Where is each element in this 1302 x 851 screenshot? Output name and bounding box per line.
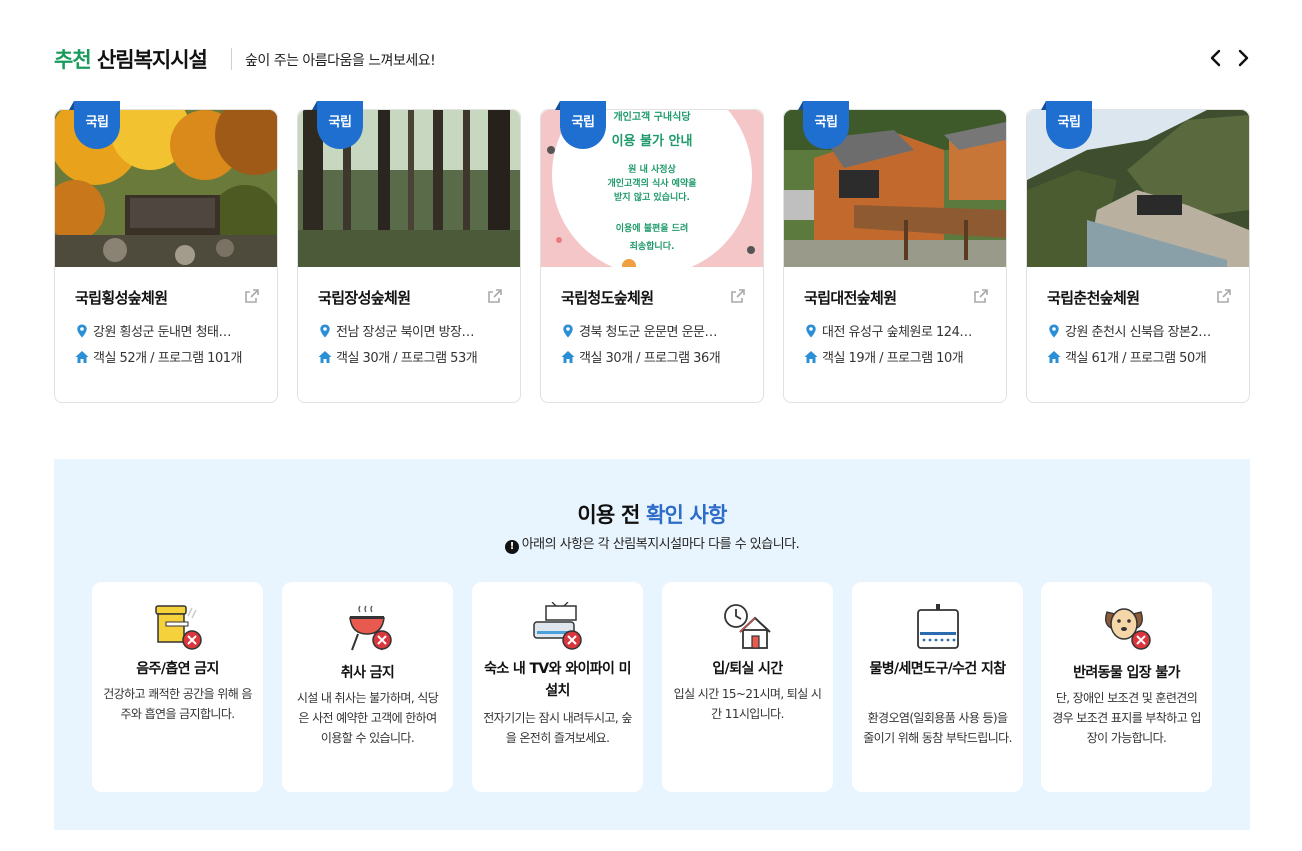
chevron-right-icon	[1238, 49, 1249, 67]
external-link-icon[interactable]	[973, 288, 989, 304]
external-link-icon[interactable]	[1216, 288, 1232, 304]
national-badge: 국립	[560, 101, 606, 149]
facility-carousel: 국립 국립횡성숲체원 강원 횡성군 둔내면 청태… 객실 52개 / 프로그램 …	[54, 101, 1250, 403]
location-pin-icon	[77, 324, 87, 338]
home-icon	[561, 351, 575, 363]
national-badge: 국립	[317, 101, 363, 149]
facility-card[interactable]: 국립 국립횡성숲체원 강원 횡성군 둔내면 청태… 객실 52개 / 프로그램 …	[54, 101, 278, 403]
notice-line: 죄송합니다.	[630, 240, 675, 252]
no-drinking-smoking-icon	[155, 605, 202, 650]
check-in-out-icon	[724, 604, 771, 649]
pre-visit-info-section: 이용 전 확인 사항 ! 아래의 사항은 각 산림복지시설마다 다를 수 있습니다…	[54, 459, 1250, 830]
notice-line: 이용 불가 안내	[612, 133, 693, 149]
info-title: 이용 전 확인 사항	[577, 503, 727, 527]
section-title: 추천 산림복지시설	[54, 44, 208, 74]
no-pets-icon	[1105, 608, 1151, 650]
location-pin-icon	[563, 324, 573, 338]
title-rest: 산림복지시설	[96, 48, 208, 72]
rule-description: 입실 시간 15~21시며, 퇴실 시간 11시입니다.	[673, 687, 822, 721]
rule-title: 반려동물 입장 불가	[1073, 665, 1180, 681]
rule-title: 숙소 내 TV와 와이파이 미설치	[484, 661, 631, 699]
chevron-left-icon	[1210, 49, 1221, 67]
rules-list: 음주/흡연 금지 건강하고 쾌적한 공간을 위해 음주와 흡연을 금지합니다. …	[92, 582, 1212, 792]
rule-description: 환경오염(일회용품 사용 등)을 줄이기 위해 동참 부탁드립니다.	[863, 711, 1012, 745]
national-badge: 국립	[1046, 101, 1092, 149]
facility-address: 전남 장성군 북이면 방장…	[318, 321, 508, 340]
rule-title: 취사 금지	[340, 665, 395, 681]
carousel-next-button[interactable]	[1231, 46, 1255, 70]
facility-rooms: 객실 19개 / 프로그램 10개	[804, 347, 994, 366]
facility-name[interactable]: 국립춘천숲체원	[1047, 287, 1140, 308]
notice-line: 이용에 불편을 드려	[616, 222, 689, 234]
rule-card: 물병/세면도구/수건 지참 환경오염(일회용품 사용 등)을 줄이기 위해 동참…	[852, 582, 1023, 792]
home-icon	[318, 351, 332, 363]
home-icon	[75, 351, 89, 363]
rule-card: 숙소 내 TV와 와이파이 미설치 전자기기는 잠시 내려두시고, 숲을 온전히…	[472, 582, 643, 792]
home-icon	[804, 351, 818, 363]
carousel-prev-button[interactable]	[1204, 46, 1228, 70]
section-subtitle: 숲이 주는 아름다움을 느껴보세요!	[245, 53, 436, 69]
location-pin-icon	[1049, 324, 1059, 338]
title-accent: 추천	[54, 48, 92, 72]
facility-address: 경북 청도군 운문면 운문…	[561, 321, 751, 340]
no-tv-wifi-icon	[533, 602, 582, 650]
rule-title: 입/퇴실 시간	[712, 661, 783, 677]
facility-address: 강원 춘천시 신북읍 장본2…	[1047, 321, 1237, 340]
facility-name[interactable]: 국립장성숲체원	[318, 287, 411, 308]
rule-card: 입/퇴실 시간 입실 시간 15~21시며, 퇴실 시간 11시입니다.	[662, 582, 833, 792]
rule-description: 단, 장애인 보조견 및 훈련견의 경우 보조견 표지를 부착하고 입장이 가능…	[1052, 691, 1201, 745]
home-icon	[1047, 351, 1061, 363]
facility-rooms: 객실 30개 / 프로그램 36개	[561, 347, 751, 366]
facility-card[interactable]: 국립 개인고객 구내식당 이용 불가 안내 원 내 사정상 개인고객의 식사 예…	[540, 101, 764, 403]
facility-name[interactable]: 국립대전숲체원	[804, 287, 897, 308]
towel-icon	[917, 604, 959, 649]
location-pin-icon	[320, 324, 330, 338]
facility-rooms: 객실 61개 / 프로그램 50개	[1047, 347, 1237, 366]
location-pin-icon	[806, 324, 816, 338]
external-link-icon[interactable]	[244, 288, 260, 304]
facility-rooms: 객실 52개 / 프로그램 101개	[75, 347, 265, 366]
rule-card: 취사 금지 시설 내 취사는 불가하며, 식당은 사전 예약한 고객에 한하여 …	[282, 582, 453, 792]
facility-card[interactable]: 국립 국립대전숲체원 대전 유성구 숲체원로 124… 객실 19개 / 프로그…	[783, 101, 1007, 403]
facility-address: 강원 횡성군 둔내면 청태…	[75, 321, 265, 340]
section-header: 추천 산림복지시설 숲이 주는 아름다움을 느껴보세요!	[54, 40, 1250, 80]
notice-line: 개인고객의 식사 예약을	[607, 177, 696, 189]
no-cooking-icon	[349, 605, 392, 651]
rule-card: 반려동물 입장 불가 단, 장애인 보조견 및 훈련견의 경우 보조견 표지를 …	[1041, 582, 1212, 792]
rule-title: 음주/흡연 금지	[136, 661, 219, 677]
notice-line: 받지 않고 있습니다.	[614, 191, 690, 203]
facility-rooms: 객실 30개 / 프로그램 53개	[318, 347, 508, 366]
notice-line: 원 내 사정상	[628, 163, 676, 175]
title-divider	[231, 48, 232, 70]
facility-address: 대전 유성구 숲체원로 124…	[804, 321, 994, 340]
rule-title: 물병/세면도구/수건 지참	[869, 661, 1006, 677]
rule-card: 음주/흡연 금지 건강하고 쾌적한 공간을 위해 음주와 흡연을 금지합니다.	[92, 582, 263, 792]
facility-name[interactable]: 국립횡성숲체원	[75, 287, 168, 308]
exclamation-circle-icon: !	[504, 540, 519, 554]
rule-description: 건강하고 쾌적한 공간을 위해 음주와 흡연을 금지합니다.	[103, 687, 252, 721]
rule-description: 전자기기는 잠시 내려두시고, 숲을 온전히 즐겨보세요.	[483, 711, 632, 745]
facility-card[interactable]: 국립 국립춘천숲체원 강원 춘천시 신북읍 장본2… 객실 61개 / 프로그램…	[1026, 101, 1250, 403]
info-notice: ! 아래의 사항은 각 산림복지시설마다 다를 수 있습니다.	[54, 533, 1250, 554]
facility-name[interactable]: 국립청도숲체원	[561, 287, 654, 308]
external-link-icon[interactable]	[487, 288, 503, 304]
facility-card[interactable]: 국립 국립장성숲체원 전남 장성군 북이면 방장… 객실 30개 / 프로그램 …	[297, 101, 521, 403]
national-badge: 국립	[803, 101, 849, 149]
national-badge: 국립	[74, 101, 120, 149]
rule-description: 시설 내 취사는 불가하며, 식당은 사전 예약한 고객에 한하여 이용할 수 …	[296, 691, 439, 745]
notice-line: 개인고객 구내식당	[613, 110, 691, 123]
external-link-icon[interactable]	[730, 288, 746, 304]
